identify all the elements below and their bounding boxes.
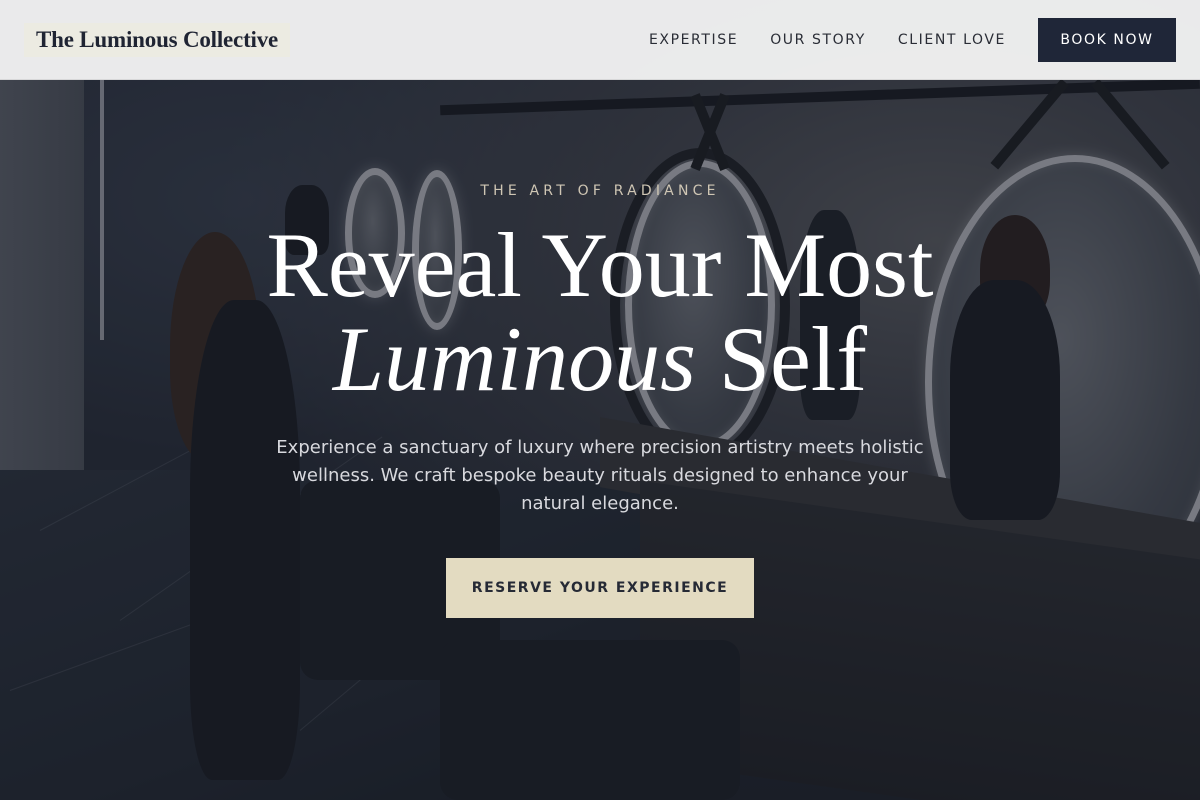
brand-logo[interactable]: The Luminous Collective <box>24 22 291 57</box>
main-nav: EXPERTISE OUR STORY CLIENT LOVE BOOK NOW <box>649 17 1176 62</box>
nav-link-expertise[interactable]: EXPERTISE <box>649 32 738 48</box>
nav-link-our-story[interactable]: OUR STORY <box>770 32 866 48</box>
headline-emphasis: Luminous <box>332 308 696 410</box>
hero-description: Experience a sanctuary of luxury where p… <box>276 437 924 514</box>
book-now-button[interactable]: BOOK NOW <box>1038 17 1176 62</box>
headline-line-2-rest: Self <box>718 308 868 410</box>
nav-link-client-love[interactable]: CLIENT LOVE <box>898 32 1006 48</box>
hero-eyebrow: THE ART OF RADIANCE <box>480 183 720 199</box>
site-header: The Luminous Collective EXPERTISE OUR ST… <box>0 0 1200 80</box>
headline-line-1: Reveal Your Most <box>266 214 934 316</box>
reserve-experience-button[interactable]: RESERVE YOUR EXPERIENCE <box>446 558 754 618</box>
hero-headline: Reveal Your Most Luminous Self <box>0 218 1200 406</box>
